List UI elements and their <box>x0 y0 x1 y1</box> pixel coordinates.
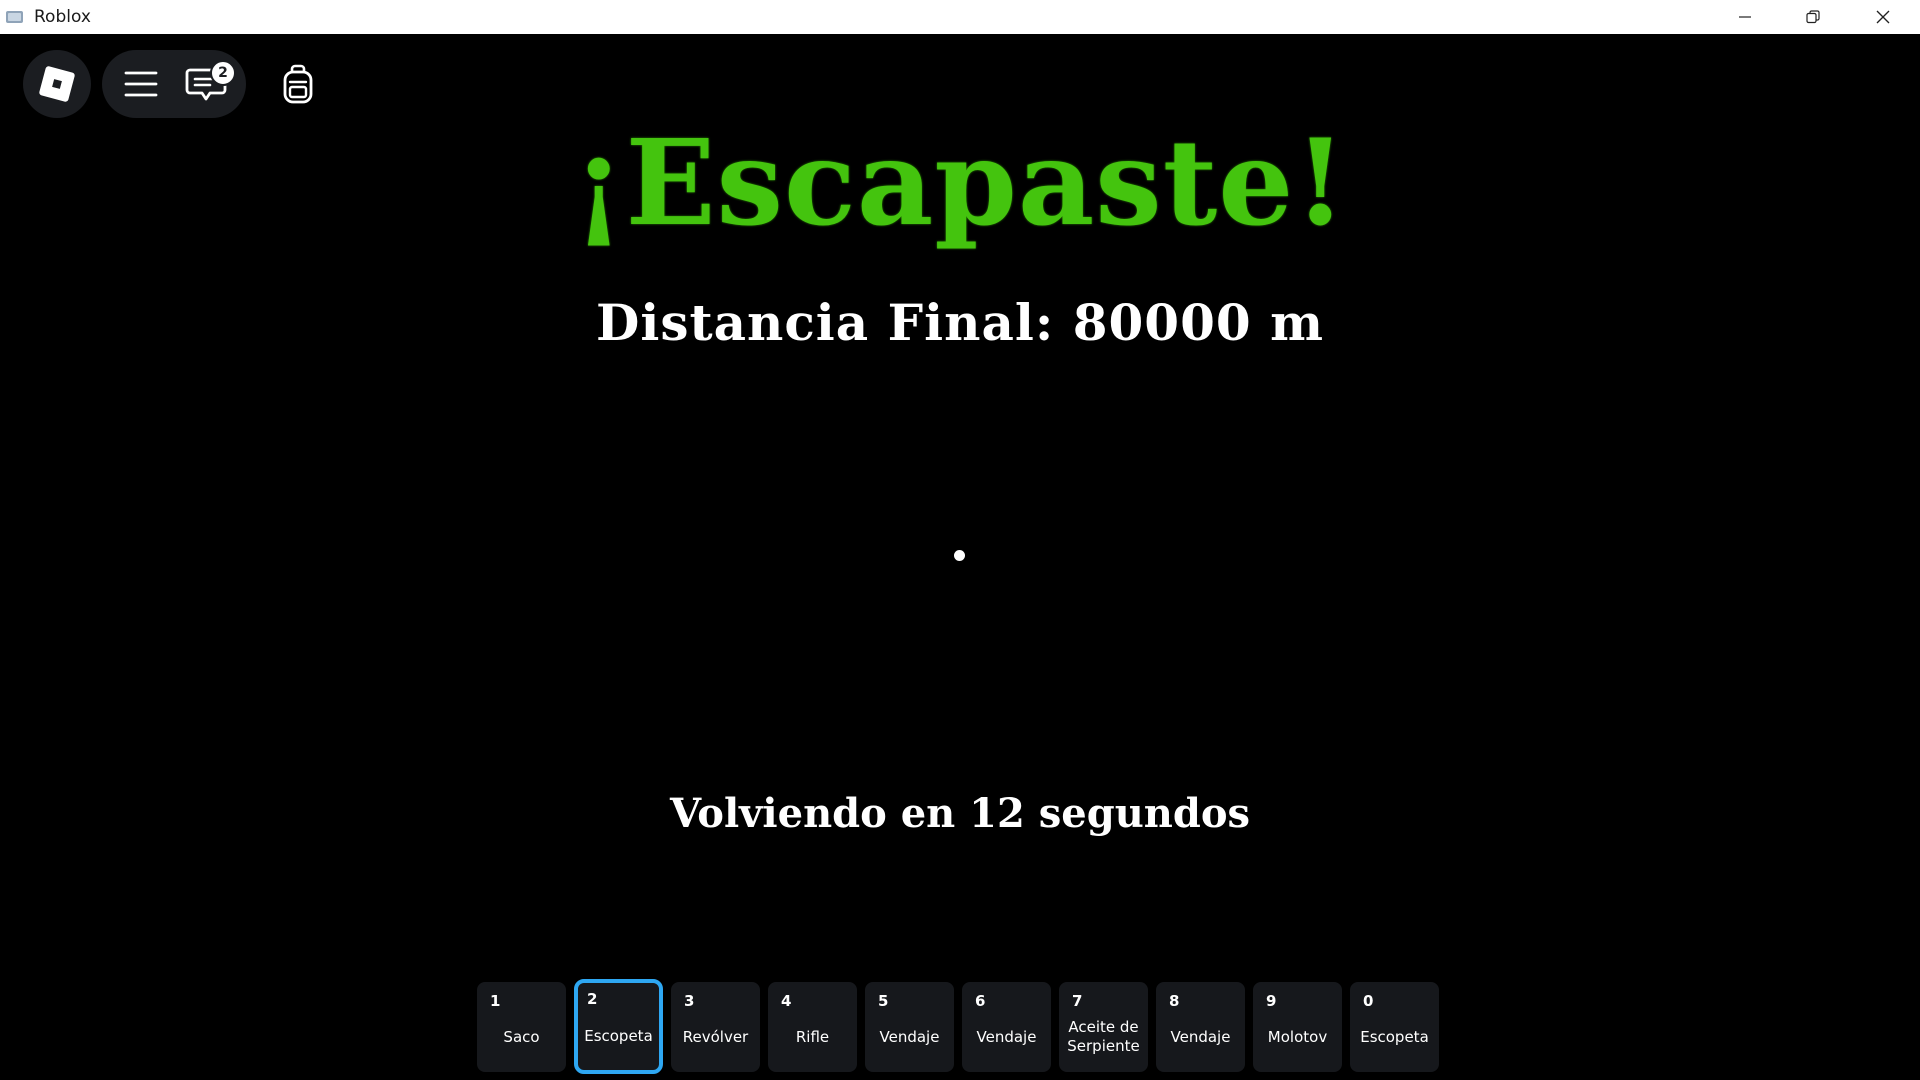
restore-icon <box>1806 10 1820 24</box>
slot-item-label: Escopeta <box>584 1027 653 1045</box>
hotbar-slot-5[interactable]: 5 Vendaje <box>865 982 954 1072</box>
slot-item-label: Escopeta <box>1360 1027 1429 1046</box>
chat-notification-badge: 2 <box>210 60 236 86</box>
hotbar-slot-3[interactable]: 3 Revólver <box>671 982 760 1072</box>
minimize-icon <box>1739 16 1751 18</box>
backpack-icon <box>283 64 313 104</box>
slot-item-label: Molotov <box>1267 1027 1328 1046</box>
slot-item-label: Vendaje <box>1170 1027 1231 1046</box>
close-button[interactable] <box>1848 0 1918 34</box>
hotbar-slot-1[interactable]: 1 Saco <box>477 982 566 1072</box>
slot-key: 2 <box>587 990 598 1008</box>
crosshair-dot <box>954 550 965 561</box>
roblox-logo-icon <box>38 65 76 103</box>
hotbar-slot-9[interactable]: 9 Molotov <box>1253 982 1342 1072</box>
slot-item-label: Rifle <box>795 1027 830 1046</box>
restore-button[interactable] <box>1778 0 1848 34</box>
hotbar-slot-6[interactable]: 6 Vendaje <box>962 982 1051 1072</box>
hotbar-slot-0[interactable]: 0 Escopeta <box>1350 982 1439 1072</box>
roblox-menu-button[interactable] <box>23 50 91 118</box>
slot-item-label: Revólver <box>682 1027 749 1046</box>
hotbar-slot-8[interactable]: 8 Vendaje <box>1156 982 1245 1072</box>
final-distance-text: Distancia Final: 80000 m <box>596 293 1324 352</box>
close-icon <box>1876 10 1890 24</box>
hotbar-slot-7[interactable]: 7 Aceite de Serpiente <box>1059 982 1148 1072</box>
window-title: Roblox <box>34 7 91 27</box>
slot-item-label: Saco <box>503 1027 540 1046</box>
slot-item-label: Vendaje <box>879 1027 940 1046</box>
window-titlebar: Roblox <box>0 0 1920 34</box>
minimize-button[interactable] <box>1710 0 1780 34</box>
hotbar-slot-2[interactable]: 2 Escopeta <box>574 979 663 1074</box>
slot-item-label: Aceite de Serpiente <box>1067 1018 1140 1055</box>
hamburger-menu-button[interactable] <box>120 64 162 104</box>
slot-item-label: Vendaje <box>976 1027 1037 1046</box>
inventory-hotbar: 1 Saco 2 Escopeta 3 Revólver 4 Rifle 5 V… <box>477 979 1439 1074</box>
return-countdown-text: Volviendo en 12 segundos <box>669 790 1251 837</box>
escaped-title: ¡Escapaste! <box>572 113 1348 252</box>
roblox-app-icon <box>6 11 23 23</box>
hamburger-menu-icon <box>124 71 158 97</box>
hotbar-slot-4[interactable]: 4 Rifle <box>768 982 857 1072</box>
backpack-button[interactable] <box>278 64 318 106</box>
